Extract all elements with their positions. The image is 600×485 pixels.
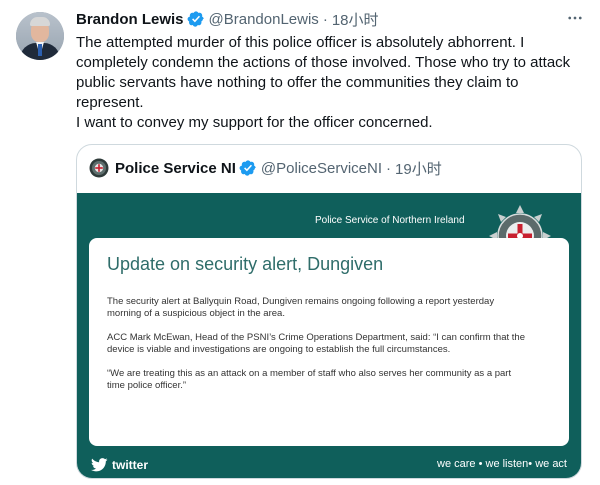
more-options-button[interactable]: [564, 8, 586, 28]
tweet-header: Brandon Lewis @BrandonLewis · 18小时: [76, 9, 379, 29]
alert-body: The security alert at Ballyquin Road, Du…: [107, 296, 527, 404]
attached-image[interactable]: Police Service of Northern Ireland Updat…: [77, 193, 581, 478]
author-name[interactable]: Brandon Lewis: [76, 11, 184, 28]
tweet-paragraph: I want to convey my support for the offi…: [76, 114, 433, 131]
quoted-tweet-header: Police Service NI @PoliceServiceNI · 19小…: [89, 158, 442, 178]
author-avatar[interactable]: [16, 12, 64, 60]
tweet[interactable]: Brandon Lewis @BrandonLewis · 18小时 The a…: [0, 0, 600, 485]
alert-title: Update on security alert, Dungiven: [107, 254, 384, 274]
tweet-paragraph: The attempted murder of this police offi…: [76, 34, 571, 111]
alert-paragraph: ACC Mark McEwan, Head of the PSNI’s Crim…: [107, 332, 525, 355]
alert-paragraph: The security alert at Ballyquin Road, Du…: [107, 296, 495, 319]
quoted-timestamp[interactable]: 19小时: [395, 158, 442, 179]
twitter-wordmark: twitter: [112, 458, 148, 472]
quoted-author-name[interactable]: Police Service NI: [115, 160, 236, 177]
tweet-text: The attempted murder of this police offi…: [76, 33, 576, 133]
twitter-bird-icon: [91, 458, 108, 472]
psni-badge-icon: [89, 158, 109, 178]
alert-paragraph: “We are treating this as an attack on a …: [107, 368, 512, 391]
quoted-tweet[interactable]: Police Service NI @PoliceServiceNI · 19小…: [76, 144, 582, 479]
verified-badge-icon: [239, 160, 256, 176]
quoted-author-handle[interactable]: @PoliceServiceNI: [261, 160, 382, 177]
twitter-brand: twitter: [91, 457, 148, 473]
verified-badge-icon: [187, 11, 204, 27]
ellipsis-icon: [568, 16, 582, 20]
psni-slogan: we care • we listen• we act: [437, 458, 567, 470]
separator-dot: ·: [386, 159, 392, 177]
organisation-name: Police Service of Northern Ireland: [315, 215, 465, 226]
tweet-timestamp[interactable]: 18小时: [332, 9, 379, 30]
alert-panel: Update on security alert, Dungiven The s…: [89, 238, 569, 446]
separator-dot: ·: [322, 10, 328, 28]
author-handle[interactable]: @BrandonLewis: [209, 11, 319, 28]
